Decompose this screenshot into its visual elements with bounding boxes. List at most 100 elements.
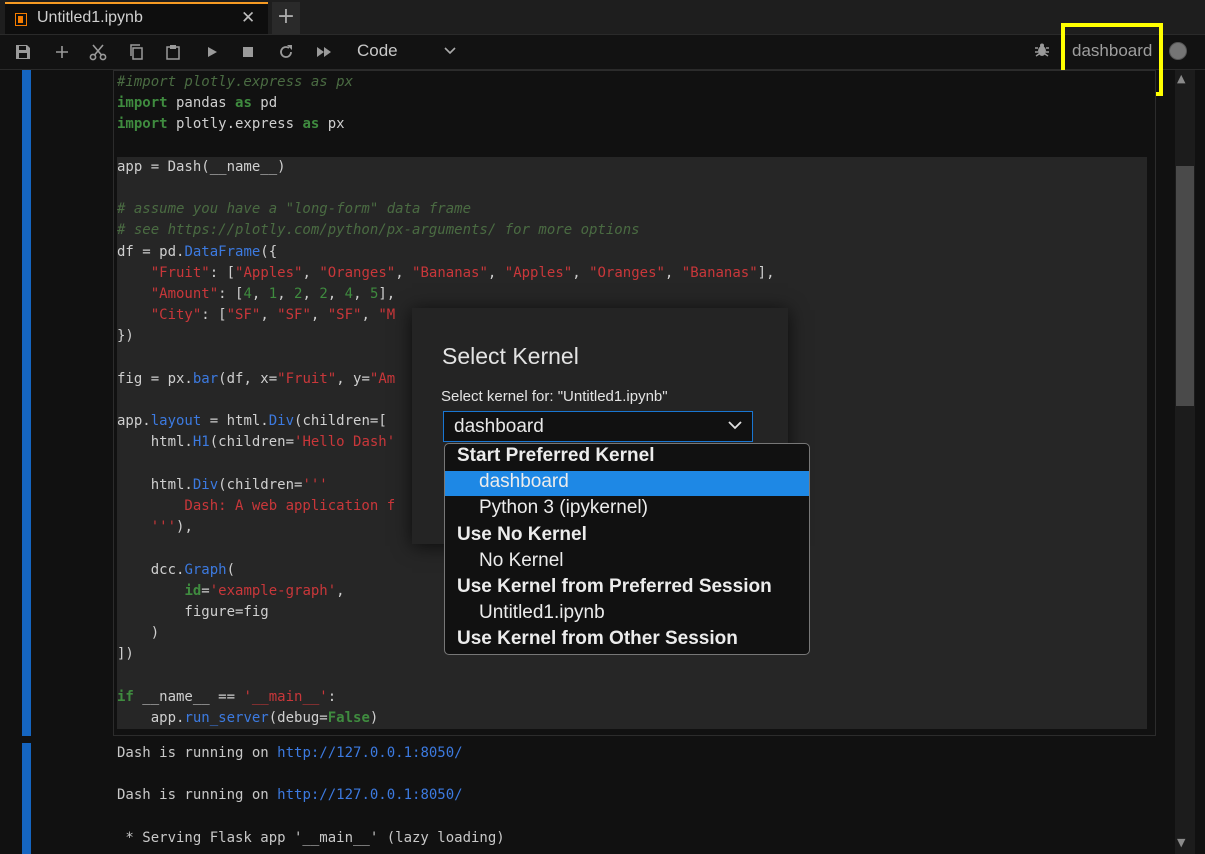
code-line: ​ (117, 178, 1147, 200)
code-token: : [ (201, 307, 227, 324)
code-token: , (664, 264, 682, 281)
code-token: 'example-graph' (209, 582, 337, 599)
paste-icon[interactable] (161, 40, 185, 64)
close-icon[interactable]: ✕ (241, 8, 255, 28)
output-line: ​ (117, 764, 505, 785)
code-token: = (201, 582, 210, 599)
code-token: , (277, 286, 295, 303)
output-token: * Serving Flask app '__main__' (lazy loa… (117, 829, 505, 846)
cell-collapser[interactable] (22, 70, 31, 736)
code-token: "City" (150, 307, 202, 324)
code-token: import (117, 95, 168, 112)
code-token: "Oranges" (319, 264, 396, 281)
code-token: "M (378, 307, 396, 324)
save-icon[interactable] (11, 40, 35, 64)
chevron-down-icon (728, 417, 742, 434)
restart-icon[interactable] (274, 40, 298, 64)
code-line: "Amount": [4, 1, 2, 2, 4, 5], (117, 284, 1147, 306)
code-line: if __name__ == '__main__': (117, 686, 1147, 709)
code-token: "Am (369, 370, 396, 387)
code-token: (children= (209, 434, 295, 451)
code-token: , (260, 307, 278, 324)
output-collapser[interactable] (22, 743, 31, 854)
chevron-down-icon[interactable] (444, 43, 456, 59)
code-token: , (327, 286, 345, 303)
kernel-select-value: dashboard (454, 416, 544, 437)
code-line: ​ (117, 665, 1147, 687)
code-token: ), (176, 519, 193, 536)
code-token: , (487, 264, 505, 281)
code-token: "Oranges" (589, 264, 665, 281)
code-token: Div (268, 413, 295, 430)
kernel-select[interactable]: dashboard (443, 411, 753, 442)
code-token: 2 (319, 286, 328, 303)
code-token: # assume you have a "long-form" data fra… (117, 201, 472, 218)
code-token: "Bananas" (681, 264, 758, 281)
cell-output: Dash is running on http://127.0.0.1:8050… (117, 743, 505, 849)
code-token: : [ (218, 286, 244, 303)
code-line: app.run_server(debug=False) (117, 708, 1147, 730)
code-token: ], (757, 264, 775, 281)
code-token: "Bananas" (412, 264, 488, 281)
code-token: , (395, 264, 413, 281)
code-line: df = pd.DataFrame({ (117, 241, 1147, 263)
output-token: http://127.0.0.1:8050/ (277, 787, 463, 804)
notebook-tab[interactable]: Untitled1.ipynb ✕ (5, 2, 268, 34)
kernel-option-session[interactable]: Untitled1.ipynb (445, 602, 809, 627)
code-token: app. (117, 710, 185, 727)
code-token: Graph (184, 561, 227, 578)
code-line: import pandas as pd (117, 93, 1147, 114)
code-line: app = Dash(__name__) (117, 156, 1147, 179)
cell-type-select[interactable]: Code (357, 41, 398, 61)
code-token: app. (117, 413, 151, 430)
code-token: id (184, 582, 202, 599)
stop-icon[interactable] (236, 40, 260, 64)
code-token: # see https://plotly.com/python/px-argum… (117, 222, 640, 239)
run-icon[interactable] (200, 40, 224, 64)
code-token: layout (150, 413, 202, 430)
code-token: }) (117, 328, 134, 345)
kernel-option-dashboard[interactable]: dashboard (445, 471, 809, 496)
code-line: "Fruit": ["Apples", "Oranges", "Bananas"… (117, 262, 1147, 285)
kernel-status-icon (1169, 42, 1187, 60)
code-token: ) (117, 625, 160, 642)
code-line: import plotly.express as px (117, 114, 1147, 135)
code-token: dcc. (117, 561, 185, 578)
code-token: : (327, 688, 337, 705)
code-token: as (302, 116, 320, 133)
kernel-dropdown-list: Start Preferred Kernel dashboard Python … (444, 443, 810, 655)
copy-icon[interactable] (124, 40, 148, 64)
option-group-label: Use Kernel from Other Session (457, 628, 738, 649)
code-token: H1 (192, 434, 210, 451)
scrollbar-thumb[interactable] (1176, 166, 1194, 406)
add-cell-icon[interactable] (50, 40, 74, 64)
fast-forward-icon[interactable] (312, 40, 336, 64)
output-line: Dash is running on http://127.0.0.1:8050… (117, 785, 505, 806)
bug-icon[interactable] (1034, 42, 1050, 63)
code-line: # see https://plotly.com/python/px-argum… (117, 220, 1147, 242)
code-token: , (336, 582, 345, 599)
code-token: pandas (167, 95, 236, 112)
code-token: bar (192, 370, 219, 387)
code-token: pd (251, 95, 278, 112)
code-token: "SF" (226, 307, 261, 324)
scroll-down-icon[interactable]: ▼ (1177, 836, 1185, 849)
cut-icon[interactable] (86, 40, 110, 64)
code-token: if (117, 688, 134, 705)
code-token: ]) (117, 646, 134, 663)
code-token: fig = px. (117, 370, 193, 387)
scroll-up-icon[interactable]: ▲ (1177, 72, 1185, 85)
code-token: 4 (243, 286, 252, 303)
code-token: , (361, 307, 379, 324)
code-token: Dash: A web application f (117, 498, 396, 515)
code-token: ( (226, 561, 236, 578)
output-line: * Serving Flask app '__main__' (lazy loa… (117, 828, 505, 849)
code-token: '__main__' (243, 688, 328, 705)
kernel-option-python3[interactable]: Python 3 (ipykernel) (445, 497, 809, 522)
code-token: ], (378, 286, 396, 303)
new-tab-button[interactable]: + (272, 2, 300, 34)
kernel-option-no-kernel[interactable]: No Kernel (445, 550, 809, 575)
code-line: #import plotly.express as px (117, 72, 1147, 93)
code-token: px (319, 116, 345, 133)
